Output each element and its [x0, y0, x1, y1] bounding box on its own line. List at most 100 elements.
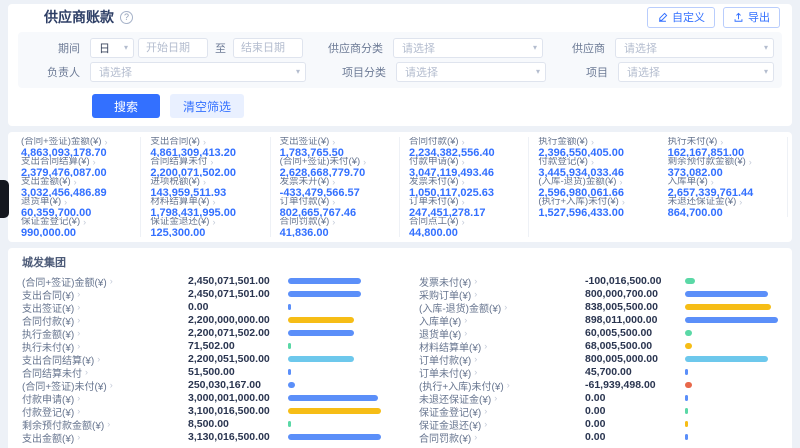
group-metric-row[interactable]: 入库单(¥) › 898,011,000.00	[419, 314, 778, 326]
group-metric-row[interactable]: 合同付款(¥) › 2,200,000,000.00	[22, 314, 381, 326]
customize-button-label: 自定义	[672, 9, 705, 25]
group-metric-row[interactable]: 执行未付(¥) › 71,502.00	[22, 340, 381, 352]
group-metric-row[interactable]: 支出签证(¥) › 0.00	[22, 301, 381, 313]
kpi-label: 支出签证(¥)	[280, 137, 330, 147]
group-metric-value: 838,005,500.00	[585, 301, 685, 313]
start-date-input[interactable]	[138, 38, 208, 58]
group-metric-row[interactable]: 付款登记(¥) › 3,100,016,500.00	[22, 405, 381, 417]
kpi-cell[interactable]: 执行未付(¥) › 162,167,851.00	[659, 137, 788, 157]
kpi-cell[interactable]: 保证金退还(¥) › 125,300.00	[141, 217, 270, 237]
metric-bar	[288, 382, 295, 388]
metric-bar-zone	[288, 343, 381, 349]
group-metric-row[interactable]: 订单未付(¥) › 45,700.00	[419, 366, 778, 378]
group-metric-label-wrap: 支出金额(¥) ›	[22, 430, 188, 445]
group-metric-row[interactable]: 剩余预付款金额(¥) › 8,500.00	[22, 418, 381, 430]
group-metrics-right-column: 发票未付(¥) › -100,016,500.00 采购订单(¥) › 800,…	[419, 275, 778, 444]
group-metric-row[interactable]: 合同罚款(¥) › 0.00	[419, 431, 778, 443]
owner-select[interactable]: 请选择 ▾	[90, 62, 306, 82]
period-unit-select[interactable]: 日 ▾	[90, 38, 134, 58]
kpi-label-row: (合同+签证)未付(¥) ›	[280, 157, 390, 167]
kpi-value: 802,665,767.46	[280, 208, 390, 217]
kpi-cell[interactable]: 支出合同结算(¥) › 2,379,476,087.00	[12, 157, 141, 177]
kpi-cell[interactable]: 合同点工(¥) › 44,800.00	[400, 217, 529, 237]
kpi-value: 3,445,934,033.46	[538, 168, 649, 177]
chevron-right-icon: ›	[474, 433, 477, 442]
group-metric-row[interactable]: 保证金登记(¥) › 0.00	[419, 405, 778, 417]
group-metric-row[interactable]: 执行金额(¥) › 2,200,071,502.00	[22, 327, 381, 339]
group-metric-row[interactable]: 退货单(¥) › 60,005,500.00	[419, 327, 778, 339]
kpi-cell[interactable]: 支出金额(¥) › 3,032,456,486.89	[12, 177, 141, 197]
export-button[interactable]: 导出	[723, 7, 780, 28]
supplier-label: 供应商	[547, 40, 611, 56]
kpi-cell[interactable]: 合同结算未付 › 2,200,071,502.00	[141, 157, 270, 177]
kpi-cell[interactable]: 保证金登记(¥) › 990,000.00	[12, 217, 141, 237]
owner-label: 负责人	[26, 64, 86, 80]
kpi-cell[interactable]: 支出签证(¥) › 1,783,765.50	[271, 137, 400, 157]
group-metric-row[interactable]: 付款申请(¥) › 3,000,001,000.00	[22, 392, 381, 404]
group-metric-value: 2,200,071,502.00	[188, 327, 288, 339]
kpi-cell[interactable]: 合同付款(¥) › 2,234,382,556.40	[400, 137, 529, 157]
metric-bar	[288, 291, 361, 297]
search-button[interactable]: 搜索	[92, 94, 160, 118]
group-metric-row[interactable]: 支出合同结算(¥) › 2,200,051,500.00	[22, 353, 381, 365]
kpi-label-row: 剩余预付款金额(¥) ›	[668, 157, 778, 167]
kpi-cell[interactable]: 发票未付(¥) › 1,050,117,025.63	[400, 177, 529, 197]
chevron-right-icon: ›	[474, 290, 477, 299]
kpi-cell[interactable]: 退货单(¥) › 60,359,700.00	[12, 197, 141, 217]
metric-bar	[288, 421, 291, 427]
metric-bar-zone	[288, 304, 381, 310]
kpi-cell[interactable]: 进项税额(¥) › 143,959,511.93	[141, 177, 270, 197]
kpi-value: 2,657,339,761.44	[668, 188, 778, 197]
kpi-cell[interactable]: 订单未付(¥) › 247,451,278.17	[400, 197, 529, 217]
group-metric-row[interactable]: 材料结算单(¥) › 68,005,500.00	[419, 340, 778, 352]
metric-bar	[288, 330, 354, 336]
group-metric-row[interactable]: (合同+签证)未付(¥) › 250,030,167.00	[22, 379, 381, 391]
kpi-cell[interactable]: (合同+签证)金额(¥) › 4,863,093,178.70	[12, 137, 141, 157]
kpi-value: 864,700.00	[668, 208, 778, 217]
group-metric-value: 68,005,500.00	[585, 340, 685, 352]
filter-actions: 搜索 清空筛选	[8, 88, 792, 126]
kpi-cell[interactable]: 付款申请(¥) › 3,047,119,493.46	[400, 157, 529, 177]
group-metric-row[interactable]: 未退还保证金(¥) › 0.00	[419, 392, 778, 404]
kpi-cell[interactable]: 剩余预付款金额(¥) › 373,082.00	[659, 157, 788, 177]
period-label: 期间	[26, 40, 86, 56]
group-metric-row[interactable]: 支出金额(¥) › 3,130,016,500.00	[22, 431, 381, 443]
group-metric-row[interactable]: (入库-退货)金额(¥) › 838,005,500.00	[419, 301, 778, 313]
kpi-cell[interactable]: 发票未开(¥) › -433,479,566.57	[271, 177, 400, 197]
group-metric-row[interactable]: (执行+入库)未付(¥) › -61,939,498.00	[419, 379, 778, 391]
help-icon[interactable]: ?	[120, 11, 133, 24]
kpi-label-row: 支出合同结算(¥) ›	[21, 157, 131, 167]
chevron-right-icon: ›	[107, 420, 110, 429]
supplier-category-select[interactable]: 请选择 ▾	[393, 38, 543, 58]
kpi-cell[interactable]: 付款登记(¥) › 3,445,934,033.46	[529, 157, 658, 177]
customize-button[interactable]: 自定义	[647, 7, 715, 28]
drawer-handle[interactable]	[0, 180, 9, 218]
kpi-label-row: 执行金额(¥) ›	[538, 137, 649, 147]
kpi-cell[interactable]: 未退还保证金(¥) › 864,700.00	[659, 197, 788, 217]
end-date-input[interactable]	[233, 38, 303, 58]
kpi-cell[interactable]: (合同+签证)未付(¥) › 2,628,668,779.70	[271, 157, 400, 177]
group-metric-row[interactable]: 采购订单(¥) › 800,000,700.00	[419, 288, 778, 300]
kpi-cell[interactable]: 入库单(¥) › 2,657,339,761.44	[659, 177, 788, 197]
group-metric-row[interactable]: 合同结算未付 › 51,500.00	[22, 366, 381, 378]
kpi-cell[interactable]: (入库-退货)金额(¥) › 2,596,980,061.66	[529, 177, 658, 197]
group-metric-row[interactable]: 支出合同(¥) › 2,450,071,501.00	[22, 288, 381, 300]
kpi-cell[interactable]: 材料结算单(¥) › 1,798,431,995.00	[141, 197, 270, 217]
kpi-cell[interactable]: 支出合同(¥) › 4,861,309,413.20	[141, 137, 270, 157]
project-category-select[interactable]: 请选择 ▾	[396, 62, 546, 82]
kpi-value: 2,596,980,061.66	[538, 188, 649, 197]
clear-filters-button[interactable]: 清空筛选	[170, 94, 244, 118]
kpi-cell[interactable]: 执行金额(¥) › 2,396,550,405.00	[529, 137, 658, 157]
kpi-cell[interactable]: 合同罚款(¥) › 41,836.00	[271, 217, 400, 237]
kpi-cell[interactable]: (执行+入库)未付(¥) › 1,527,596,433.00	[529, 197, 658, 217]
supplier-select[interactable]: 请选择 ▾	[615, 38, 774, 58]
group-metric-row[interactable]: 订单付款(¥) › 800,005,000.00	[419, 353, 778, 365]
group-metric-row[interactable]: (合同+签证)金额(¥) › 2,450,071,501.00	[22, 275, 381, 287]
kpi-grid: (合同+签证)金额(¥) › 4,863,093,178.70 支出合同(¥) …	[12, 137, 788, 237]
group-metric-row[interactable]: 发票未付(¥) › -100,016,500.00	[419, 275, 778, 287]
group-name[interactable]: 城发集团	[22, 254, 778, 270]
kpi-cell[interactable]: 订单付款(¥) › 802,665,767.46	[271, 197, 400, 217]
group-metric-row[interactable]: 保证金退还(¥) › 0.00	[419, 418, 778, 430]
project-select[interactable]: 请选择 ▾	[618, 62, 774, 82]
chevron-right-icon: ›	[77, 290, 80, 299]
